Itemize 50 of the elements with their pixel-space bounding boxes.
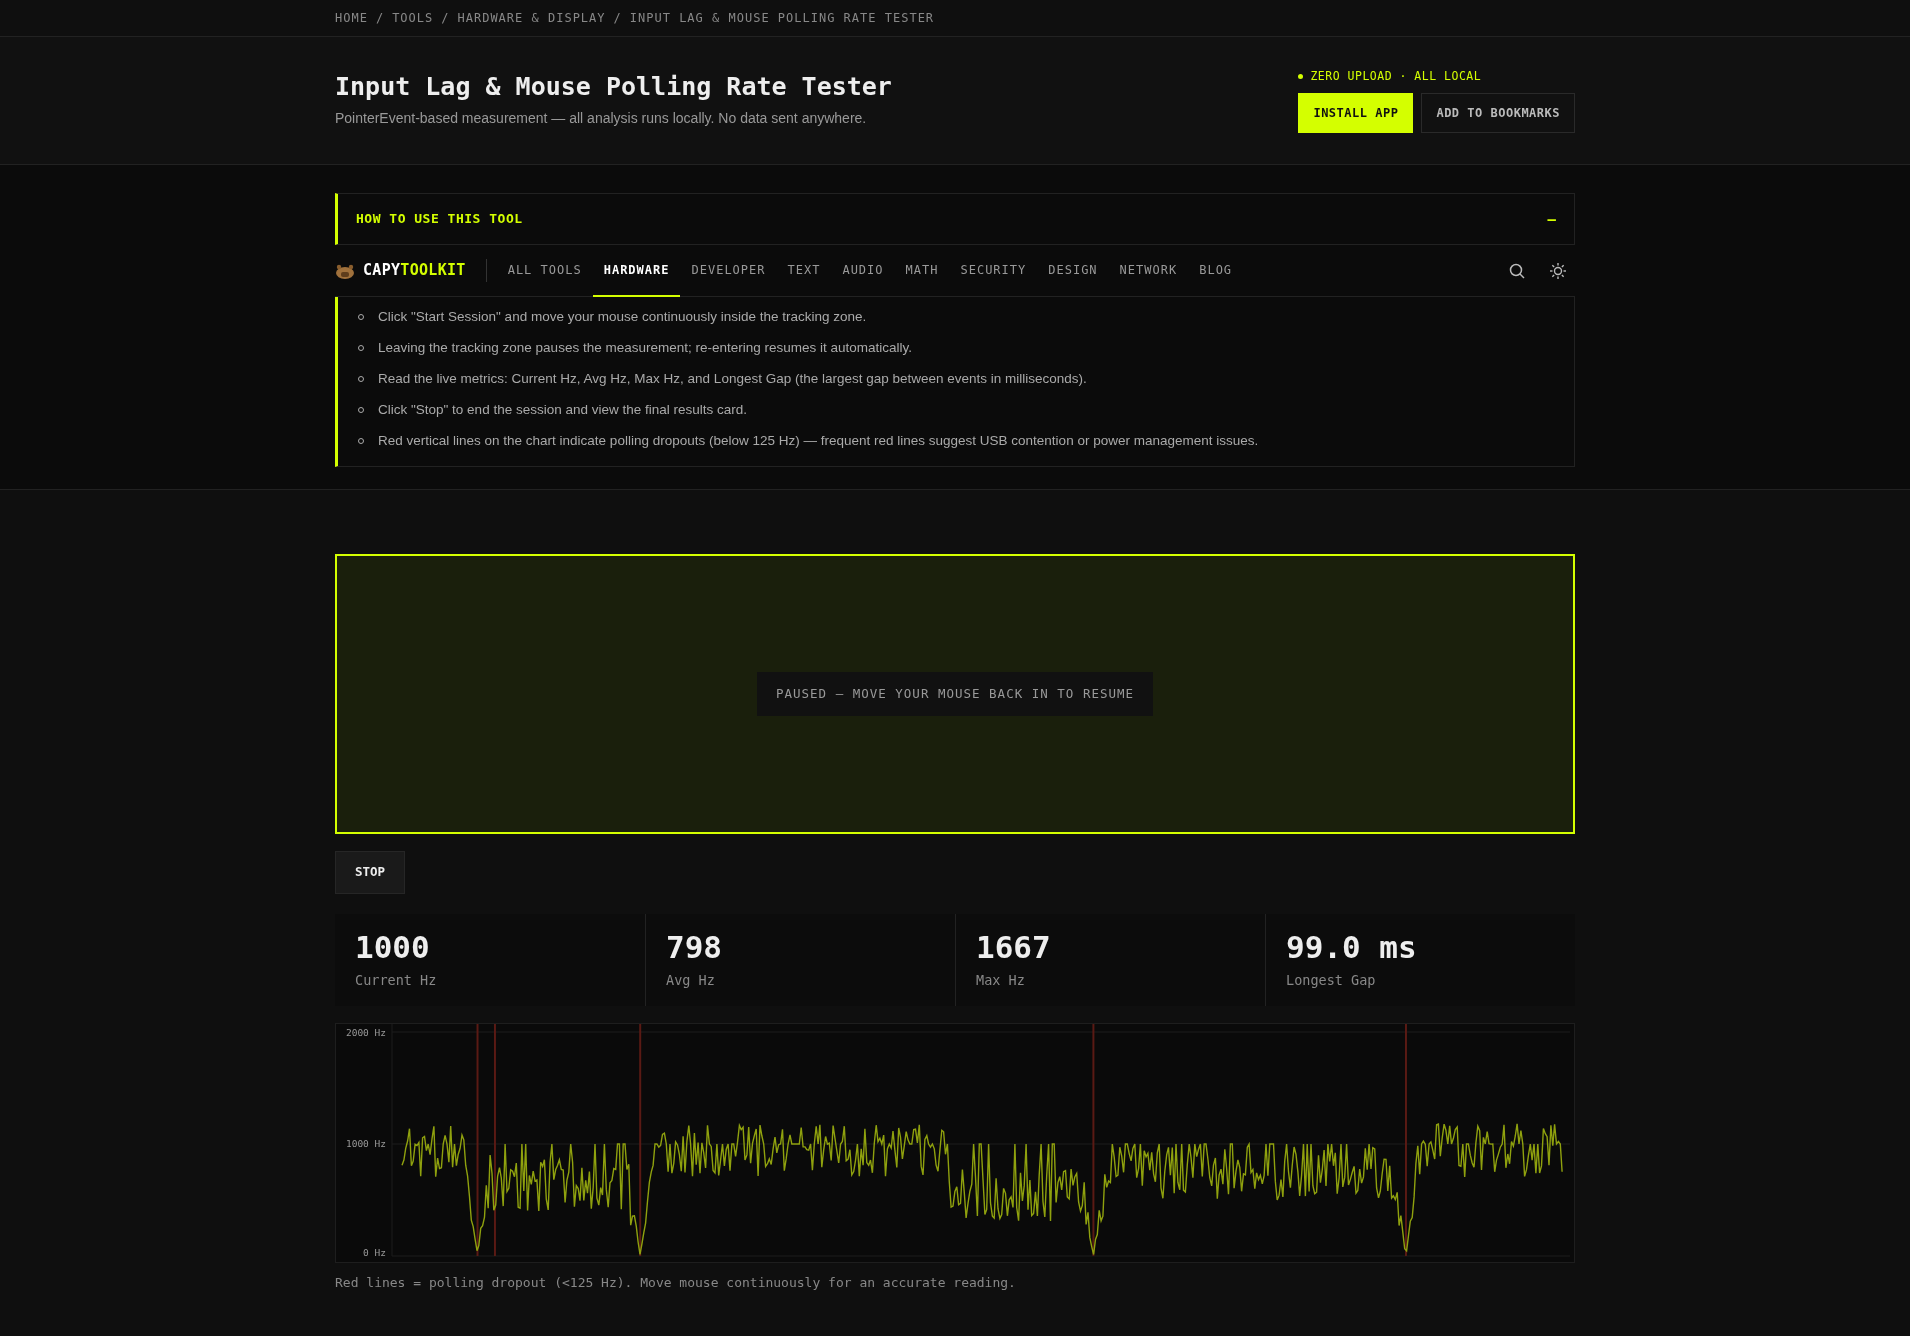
- stat-value: 1000: [355, 929, 431, 964]
- nav-link[interactable]: HARDWARE: [592, 244, 681, 297]
- instruction-text: Click "Stop" to end the session and view the final results card.: [378, 401, 748, 419]
- capybara-logo-icon: [335, 262, 355, 279]
- sun-icon[interactable]: [1549, 261, 1567, 280]
- paused-message: PAUSED — MOVE YOUR MOUSE BACK IN TO RESUME: [756, 671, 1154, 717]
- axis-label: 1000 Hz: [345, 1137, 386, 1149]
- nav-link[interactable]: BLOG: [1188, 244, 1244, 297]
- stop-button[interactable]: STOP: [335, 851, 406, 894]
- site-logo[interactable]: CAPYTOOLKIT: [363, 259, 466, 282]
- instruction-text: Read the live metrics: Current Hz, Avg Hz, Max Hz, and Longest Gap (the largest gap between events in milliseconds).: [378, 370, 1087, 388]
- instruction-text: Red vertical lines on the chart indicate polling dropouts (below 125 Hz) — frequent red lines suggest USB contention or power management issues.: [378, 432, 1259, 450]
- breadcrumb-separator: /: [441, 11, 450, 25]
- page-title: Input Lag & Mouse Polling Rate Tester: [335, 72, 892, 102]
- nav-link[interactable]: TEXT: [776, 244, 832, 297]
- accordion-title: HOW TO USE THIS TOOL: [356, 210, 523, 229]
- chart-caption: Red lines = polling dropout (<125 Hz). Move mouse continuously for an accurate reading.: [335, 1273, 1017, 1292]
- nav-link[interactable]: MATH: [894, 244, 950, 297]
- status-dot-icon: [1298, 74, 1304, 79]
- stat-value: 798: [666, 929, 723, 964]
- nav-link[interactable]: NETWORK: [1108, 244, 1189, 297]
- bookmark-button[interactable]: ADD TO BOOKMARKS: [1421, 93, 1575, 134]
- stat-label: Current Hz: [355, 970, 438, 990]
- stat-value: 99.0 ms: [1286, 929, 1418, 964]
- stat-label: Avg Hz: [666, 970, 716, 990]
- instruction-text: Click "Start Session" and move your mouse continuously inside the tracking zone.: [378, 308, 867, 326]
- install-button[interactable]: INSTALL APP: [1298, 93, 1414, 134]
- stat-label: Max Hz: [976, 970, 1026, 990]
- breadcrumb-separator: /: [613, 11, 622, 25]
- nav-link[interactable]: ALL TOOLS: [496, 244, 593, 297]
- breadcrumb-current: INPUT LAG & MOUSE POLLING RATE TESTER: [629, 11, 935, 25]
- nav-link[interactable]: DESIGN: [1037, 244, 1109, 297]
- privacy-label: ZERO UPLOAD · ALL LOCAL: [1310, 67, 1482, 85]
- stat-label: Longest Gap: [1286, 970, 1377, 990]
- stat-value: 1667: [976, 929, 1052, 964]
- accordion-header[interactable]: HOW TO USE THIS TOOL –: [335, 193, 1575, 245]
- axis-label: 0 Hz: [363, 1246, 386, 1258]
- nav-link[interactable]: AUDIO: [831, 244, 895, 297]
- tracking-zone[interactable]: PAUSED — MOVE YOUR MOUSE BACK IN TO RESUME: [335, 554, 1575, 834]
- nav-link[interactable]: DEVELOPER: [680, 244, 777, 297]
- nav-link[interactable]: SECURITY: [949, 244, 1038, 297]
- page-subtitle: PointerEvent-based measurement — all analysis runs locally. No data sent anywhere.: [335, 109, 868, 128]
- instruction-text: Leaving the tracking zone pauses the measurement; re-entering resumes it automatically.: [378, 339, 913, 357]
- breadcrumb-link[interactable]: HARDWARE & DISPLAY: [457, 11, 606, 25]
- collapse-toggle[interactable]: –: [1547, 208, 1556, 230]
- breadcrumb-separator: /: [375, 11, 385, 25]
- axis-label: 2000 Hz: [345, 1026, 386, 1038]
- breadcrumb-link[interactable]: TOOLS: [392, 11, 434, 25]
- search-icon[interactable]: [1509, 262, 1525, 279]
- breadcrumb-link[interactable]: HOME: [335, 11, 368, 25]
